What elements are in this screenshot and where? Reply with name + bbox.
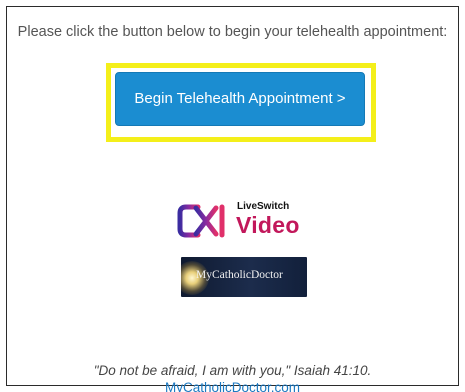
mycatholicdoctor-logo: MyCatholicDoctor — [181, 257, 307, 297]
intro-text: Please click the button below to begin y… — [17, 24, 448, 40]
begin-telehealth-button[interactable]: Begin Telehealth Appointment > — [115, 72, 365, 126]
liveswitch-product-text: Video — [236, 212, 300, 238]
mycatholicdoctor-link[interactable]: MyCatholicDoctor.com — [7, 380, 458, 392]
scripture-quote: "Do not be afraid, I am with you," Isaia… — [93, 363, 372, 378]
mycatholicdoctor-logo-text: MyCatholicDoctor — [196, 269, 283, 281]
liveswitch-brand-text: LiveSwitch — [237, 201, 290, 212]
liveswitch-mark-icon — [177, 204, 225, 238]
email-content-frame: Please click the button below to begin y… — [6, 6, 459, 392]
liveswitch-video-logo: LiveSwitch Video — [176, 201, 306, 241]
